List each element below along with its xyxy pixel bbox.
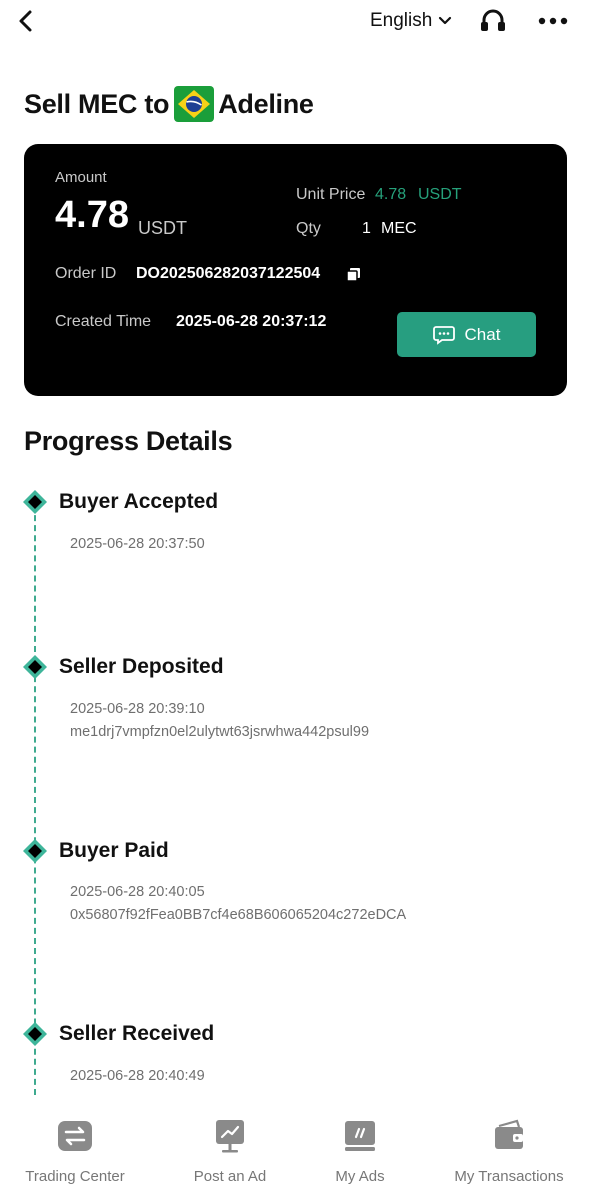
qty-value: 1: [362, 220, 371, 237]
timeline-line: [34, 505, 36, 1095]
nav-label: My Ads: [335, 1168, 385, 1185]
chart-board-icon: [212, 1118, 248, 1154]
nav-label: Post an Ad: [193, 1168, 267, 1185]
step-time: 2025-06-28 20:40:49: [70, 1068, 205, 1084]
order-card: Amount 4.78 USDT Unit Price 4.78 USDT Qt…: [24, 144, 567, 396]
qty-label: Qty: [296, 220, 321, 237]
chat-button-label: Chat: [464, 324, 501, 344]
swap-icon: [57, 1118, 93, 1154]
copy-icon[interactable]: [346, 267, 362, 283]
counterparty-name: Adeline: [218, 88, 314, 119]
unit-price-label: Unit Price: [296, 186, 366, 203]
diamond-icon: [23, 839, 47, 863]
step-time: 2025-06-28 20:40:05: [70, 884, 205, 900]
brazil-flag-icon: [173, 84, 215, 124]
bottom-nav: Trading Center Post an Ad My Ads My Tran…: [0, 1100, 591, 1195]
chat-button[interactable]: Chat: [397, 312, 536, 357]
progress-details-title: Progress Details: [24, 426, 233, 456]
step-tx-hash: me1drj7vmpfzn0el2ulytwt63jsrwhwa442psul9…: [70, 724, 370, 740]
ads-icon: [342, 1118, 378, 1154]
chat-bubble-icon: [432, 325, 455, 345]
page-title: Sell MEC to Adeline: [24, 84, 314, 124]
nav-trading-center[interactable]: Trading Center: [8, 1100, 142, 1195]
qty-unit: MEC: [381, 220, 417, 237]
created-time-label: Created Time: [55, 313, 152, 330]
step-tx-hash: 0x56807f92fFea0BB7cf4e68B606065204c272eD…: [70, 907, 407, 923]
back-arrow-icon[interactable]: [12, 6, 40, 36]
headset-icon[interactable]: [478, 6, 508, 36]
more-dots-icon[interactable]: [536, 8, 570, 34]
order-id-label: Order ID: [55, 265, 117, 282]
step-title: Seller Received: [59, 1022, 215, 1045]
step-time: 2025-06-28 20:37:50: [70, 536, 205, 552]
title-prefix: Sell MEC to: [24, 88, 170, 119]
step-time: 2025-06-28 20:39:10: [70, 701, 205, 717]
amount-unit: USDT: [138, 218, 187, 238]
amount-value: 4.78: [55, 194, 129, 236]
created-time-value: 2025-06-28 20:37:12: [176, 313, 327, 330]
language-selector[interactable]: English: [370, 8, 452, 34]
nav-label: My Transactions: [454, 1168, 564, 1185]
step-title: Seller Deposited: [59, 655, 224, 678]
step-title: Buyer Paid: [59, 839, 169, 862]
wallet-icon: [491, 1118, 527, 1154]
order-id-value: DO202506282037122504: [136, 265, 321, 282]
step-title: Buyer Accepted: [59, 490, 219, 513]
diamond-icon: [23, 1022, 47, 1046]
language-label: English: [370, 10, 433, 31]
nav-my-ads[interactable]: My Ads: [318, 1100, 402, 1195]
chevron-down-icon: [439, 16, 452, 25]
amount-label: Amount: [55, 169, 107, 186]
diamond-icon: [23, 490, 47, 514]
unit-price-unit: USDT: [418, 186, 462, 203]
nav-post-an-ad[interactable]: Post an Ad: [172, 1100, 288, 1195]
unit-price-value: 4.78: [375, 186, 407, 203]
top-bar: English: [0, 0, 591, 44]
nav-label: Trading Center: [25, 1168, 125, 1185]
nav-my-transactions[interactable]: My Transactions: [444, 1100, 574, 1195]
diamond-icon: [23, 655, 47, 679]
